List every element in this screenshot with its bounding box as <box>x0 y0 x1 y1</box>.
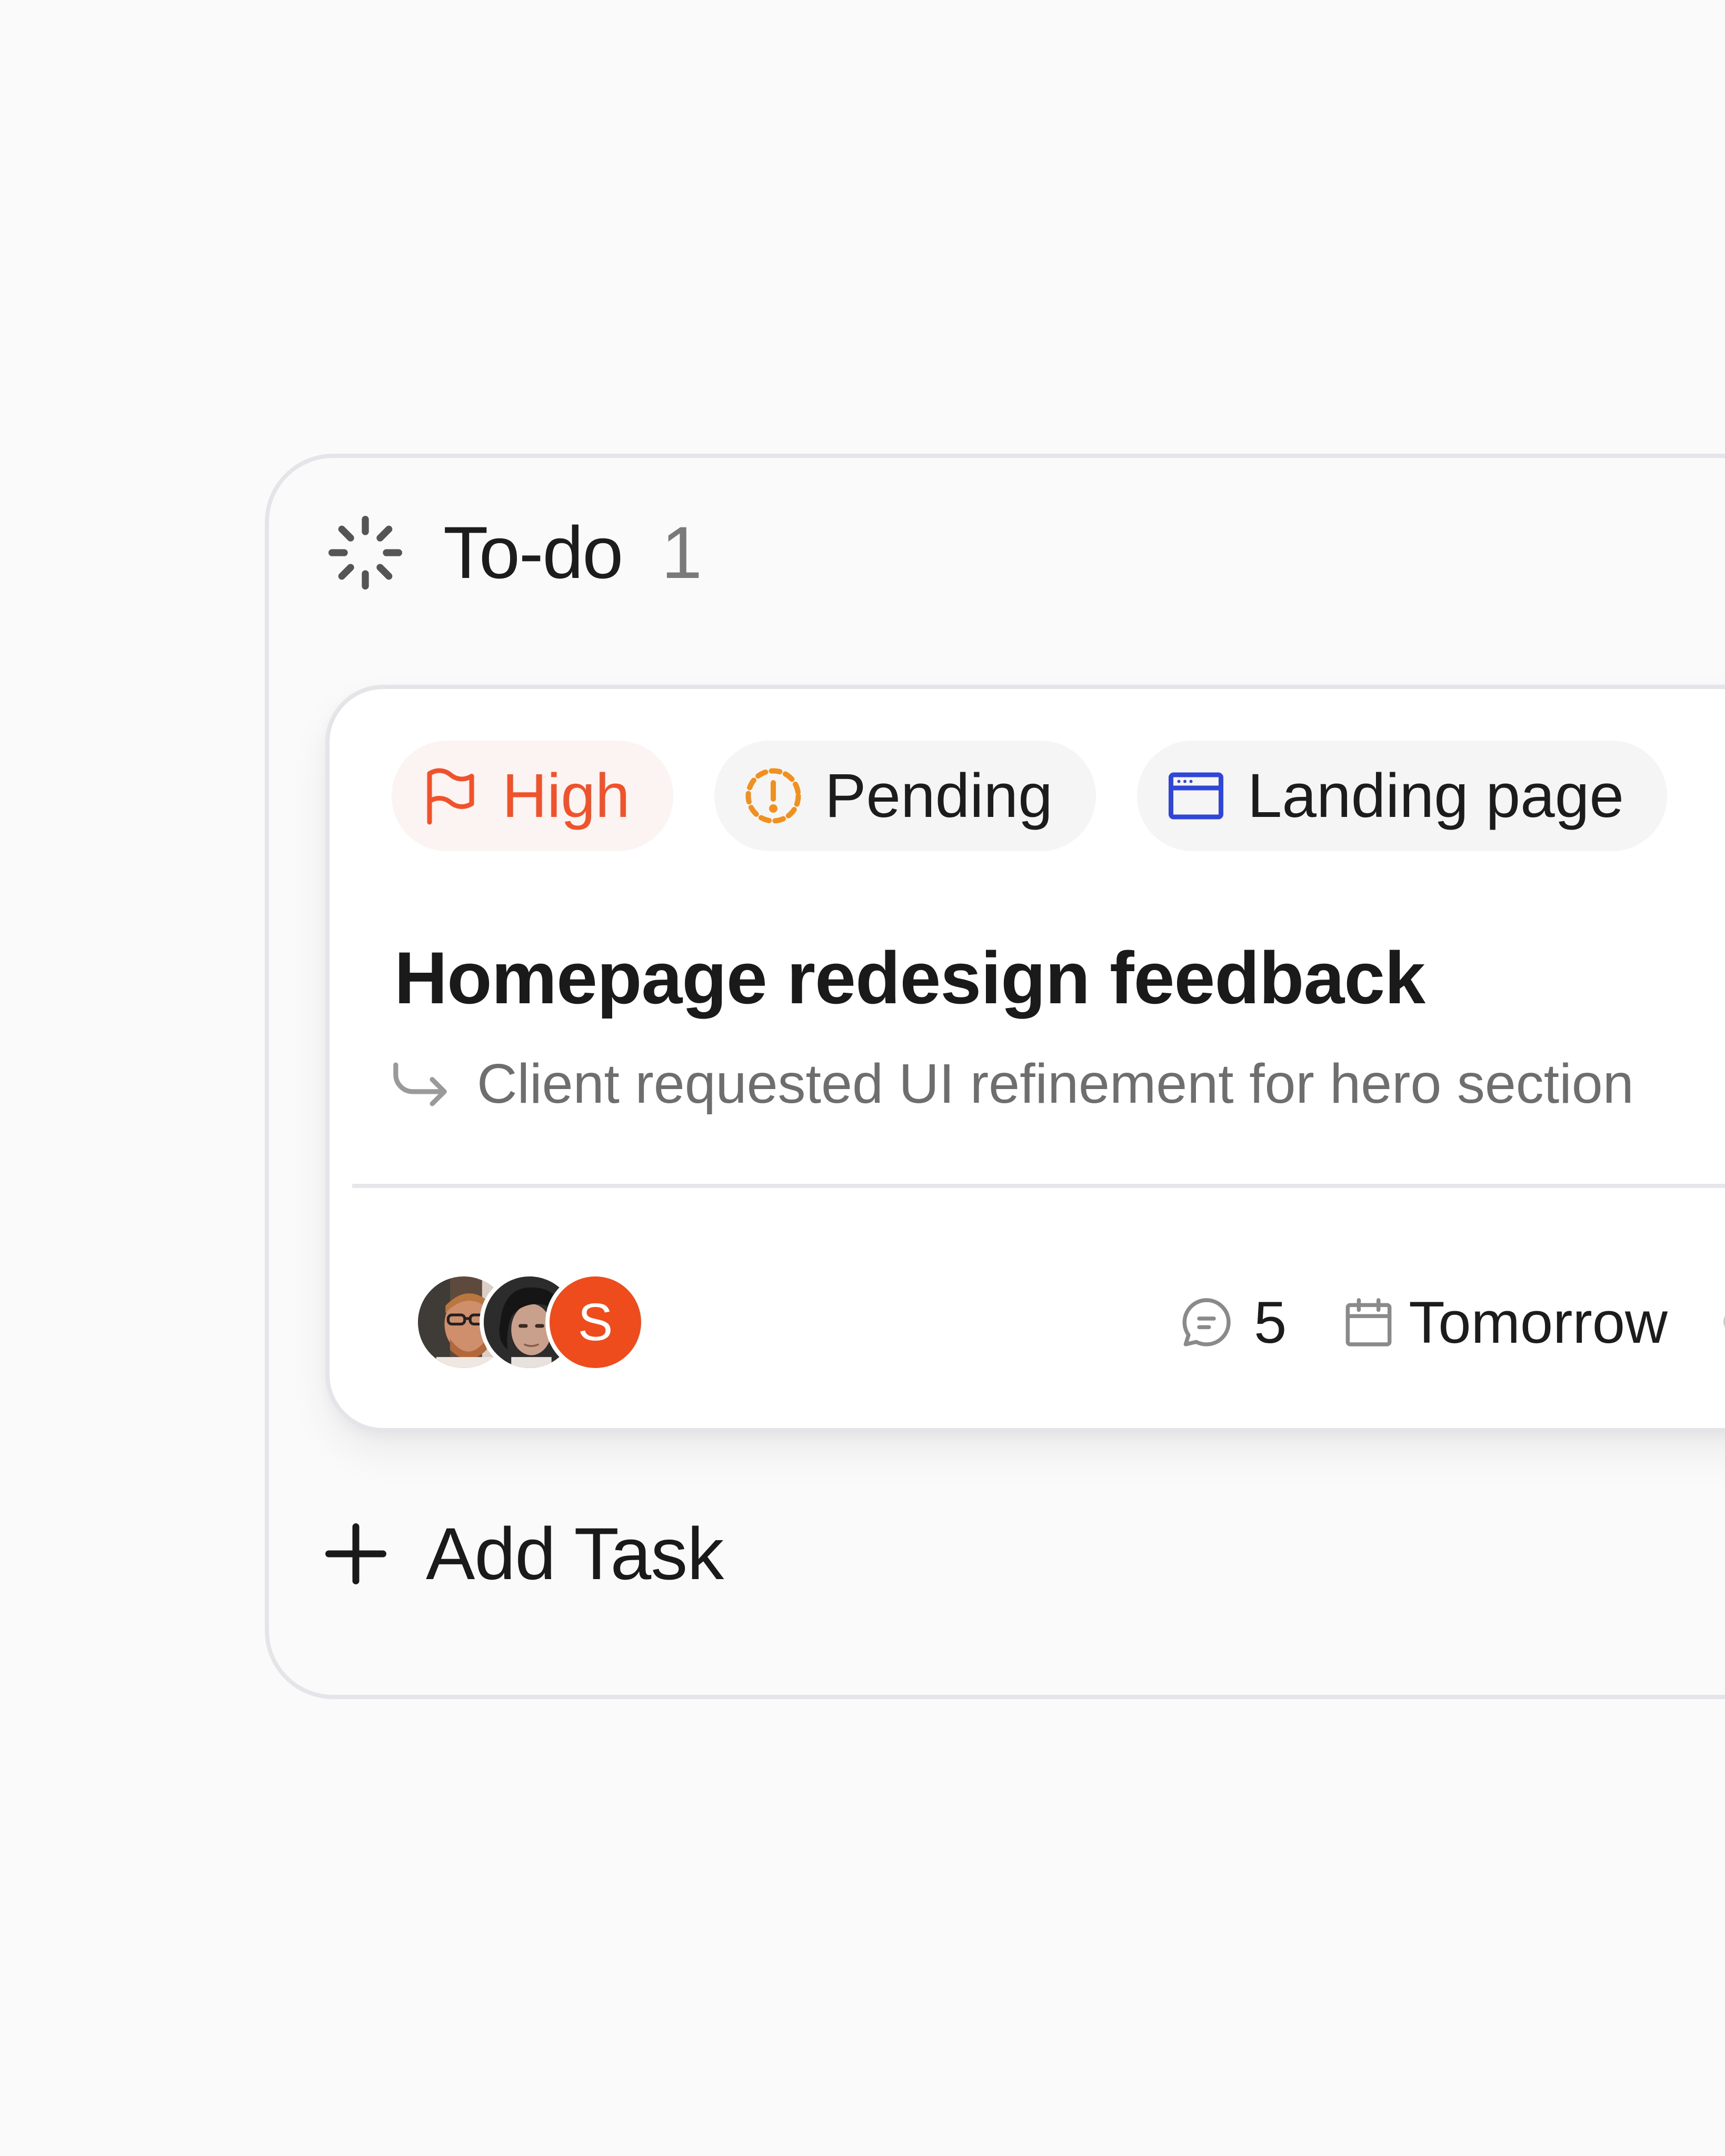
status-label: Pending <box>824 761 1053 831</box>
comment-count: 5 <box>1254 1289 1287 1355</box>
todo-column: To-do 1 High Pending Landing page Homepa… <box>265 454 1725 1699</box>
add-task-button[interactable]: Add Task <box>322 1509 724 1599</box>
priority-tag[interactable]: High <box>392 741 673 851</box>
calendar-icon[interactable] <box>1339 1293 1398 1352</box>
project-label: Landing page <box>1247 761 1624 831</box>
due-date: Tomorrow <box>1409 1289 1668 1355</box>
task-card[interactable]: High Pending Landing page Homepage redes… <box>325 685 1725 1432</box>
project-tag[interactable]: Landing page <box>1136 741 1668 851</box>
status-tag[interactable]: Pending <box>714 741 1096 851</box>
flag-icon <box>427 768 474 825</box>
task-title[interactable]: Homepage redesign feedback <box>394 935 1425 1021</box>
priority-label: High <box>502 761 630 831</box>
subtask[interactable]: Client requested UI refinement for hero … <box>388 1052 1634 1116</box>
add-task-label: Add Task <box>426 1512 724 1595</box>
column-header: To-do 1 <box>323 511 702 595</box>
browser-window-icon <box>1168 772 1223 820</box>
corner-down-right-icon <box>393 1062 447 1106</box>
alert-circle-icon <box>745 768 801 824</box>
avatar-initial[interactable]: S <box>545 1272 645 1372</box>
column-title: To-do <box>443 511 623 594</box>
card-divider <box>352 1184 1725 1188</box>
column-task-count: 1 <box>661 511 703 594</box>
task-tags: High Pending Landing page <box>392 741 1668 851</box>
task-meta: 5 Tomorrow <box>1177 1272 1668 1372</box>
plus-icon <box>325 1523 386 1584</box>
comment-icon[interactable] <box>1177 1293 1236 1352</box>
subtask-text: Client requested UI refinement for hero … <box>477 1053 1634 1115</box>
loader-icon <box>328 516 402 590</box>
